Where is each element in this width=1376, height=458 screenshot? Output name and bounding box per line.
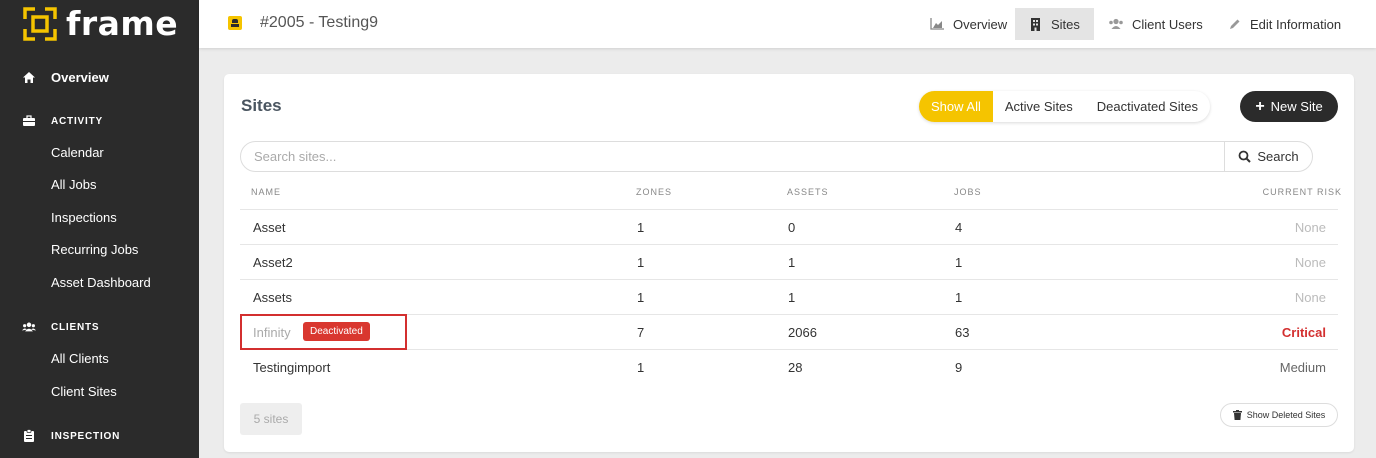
sidebar-item-client-sites[interactable]: Client Sites [51, 383, 117, 401]
users-icon [1108, 17, 1124, 31]
sidebar-section-clients: CLIENTS [0, 317, 199, 337]
search-box: Search [240, 141, 1313, 172]
zones-value: 7 [637, 325, 645, 340]
sidebar-section-inspection: INSPECTION [0, 426, 199, 446]
sidebar-item-asset-dashboard[interactable]: Asset Dashboard [51, 274, 151, 292]
zones-value: 1 [637, 290, 645, 305]
sidebar-item-recurring-jobs[interactable]: Recurring Jobs [51, 241, 138, 259]
risk-value: None [1294, 290, 1326, 305]
filter-group: Show All Active Sites Deactivated Sites [919, 91, 1210, 122]
assets-value: 28 [788, 360, 803, 375]
column-header-name[interactable]: NAME [251, 187, 281, 197]
filter-deactivated-sites[interactable]: Deactivated Sites [1085, 91, 1210, 122]
site-count: 5 sites [240, 403, 302, 435]
home-icon [22, 70, 36, 84]
risk-value: Critical [1281, 325, 1326, 340]
section-title: ACTIVITY [51, 115, 103, 127]
sidebar: frame Overview ACTIVITY Calendar All Job… [0, 0, 199, 458]
column-header-jobs[interactable]: JOBS [954, 187, 982, 197]
search-input[interactable] [241, 149, 1221, 164]
zones-value: 1 [637, 255, 645, 270]
column-header-assets[interactable]: ASSETS [787, 187, 829, 197]
top-header: #2005 - Testing9 Overview Sites Client U… [199, 0, 1376, 48]
jobs-value: 1 [955, 290, 963, 305]
tab-overview[interactable]: Overview [917, 8, 1019, 40]
assets-value: 2066 [788, 325, 817, 340]
users-icon [22, 320, 36, 334]
column-header-zones[interactable]: ZONES [636, 187, 672, 197]
tab-edit-information[interactable]: Edit Information [1214, 8, 1353, 40]
table-row[interactable]: Assets 1 1 1 None [240, 279, 1338, 314]
sidebar-item-inspections[interactable]: Inspections [51, 209, 117, 227]
tab-label: Overview [953, 16, 1008, 32]
assets-value: 0 [788, 220, 796, 235]
sidebar-item-all-jobs[interactable]: All Jobs [51, 176, 97, 194]
assets-value: 1 [788, 290, 796, 305]
table-row[interactable]: Testingimport 1 28 9 Medium [240, 349, 1338, 384]
search-button-label: Search [1257, 149, 1299, 164]
jobs-value: 9 [955, 360, 963, 375]
site-name[interactable]: Asset [253, 220, 286, 235]
site-name[interactable]: Assets [253, 290, 292, 305]
sites-card: Sites Show All Active Sites Deactivated … [224, 74, 1354, 452]
building-icon [1027, 17, 1043, 31]
section-title: INSPECTION [51, 430, 121, 442]
table-row[interactable]: Asset 1 0 4 None [240, 209, 1338, 244]
show-deleted-label: Show Deleted Sites [1246, 410, 1326, 420]
page-title: #2005 - Testing9 [260, 14, 379, 31]
logo-text: frame [66, 4, 179, 43]
tab-sites[interactable]: Sites [1015, 8, 1094, 40]
contact-card-icon [228, 16, 242, 30]
new-site-button[interactable]: + New Site [1240, 91, 1338, 122]
card-title: Sites [241, 96, 282, 115]
table-row[interactable]: Asset2 1 1 1 None [240, 244, 1338, 279]
highlight-box [240, 314, 407, 350]
plus-icon: + [1255, 97, 1265, 115]
frame-logo-icon [23, 7, 57, 41]
jobs-value: 4 [955, 220, 963, 235]
tab-client-users[interactable]: Client Users [1096, 8, 1215, 40]
jobs-value: 63 [955, 325, 970, 340]
sidebar-item-label: Overview [51, 69, 109, 85]
new-site-label: New Site [1270, 99, 1323, 114]
zones-value: 1 [637, 360, 645, 375]
sidebar-item-all-clients[interactable]: All Clients [51, 350, 109, 368]
section-title: CLIENTS [51, 321, 100, 333]
filter-active-sites[interactable]: Active Sites [993, 91, 1085, 122]
risk-value: Medium [1279, 360, 1326, 375]
tab-label: Edit Information [1250, 16, 1342, 32]
jobs-value: 1 [955, 255, 963, 270]
risk-value: None [1294, 255, 1326, 270]
area-chart-icon [929, 17, 945, 31]
briefcase-icon [22, 114, 36, 128]
logo[interactable]: frame [22, 6, 178, 42]
sidebar-item-overview[interactable]: Overview [0, 66, 199, 88]
tab-label: Sites [1051, 16, 1080, 32]
clipboard-icon [22, 429, 36, 443]
pencil-icon [1226, 17, 1242, 31]
tab-label: Client Users [1132, 16, 1203, 32]
trash-icon [1232, 410, 1242, 420]
zones-value: 1 [637, 220, 645, 235]
site-name[interactable]: Asset2 [253, 255, 293, 270]
risk-value: None [1294, 220, 1326, 235]
search-icon [1238, 150, 1252, 163]
search-button[interactable]: Search [1224, 141, 1312, 172]
column-header-current-risk[interactable]: CURRENT RISK [1263, 187, 1342, 197]
assets-value: 1 [788, 255, 796, 270]
filter-show-all[interactable]: Show All [919, 91, 993, 122]
sidebar-item-calendar[interactable]: Calendar [51, 144, 104, 162]
sidebar-section-activity: ACTIVITY [0, 111, 199, 131]
show-deleted-sites-button[interactable]: Show Deleted Sites [1220, 403, 1338, 427]
site-name[interactable]: Testingimport [253, 360, 330, 375]
